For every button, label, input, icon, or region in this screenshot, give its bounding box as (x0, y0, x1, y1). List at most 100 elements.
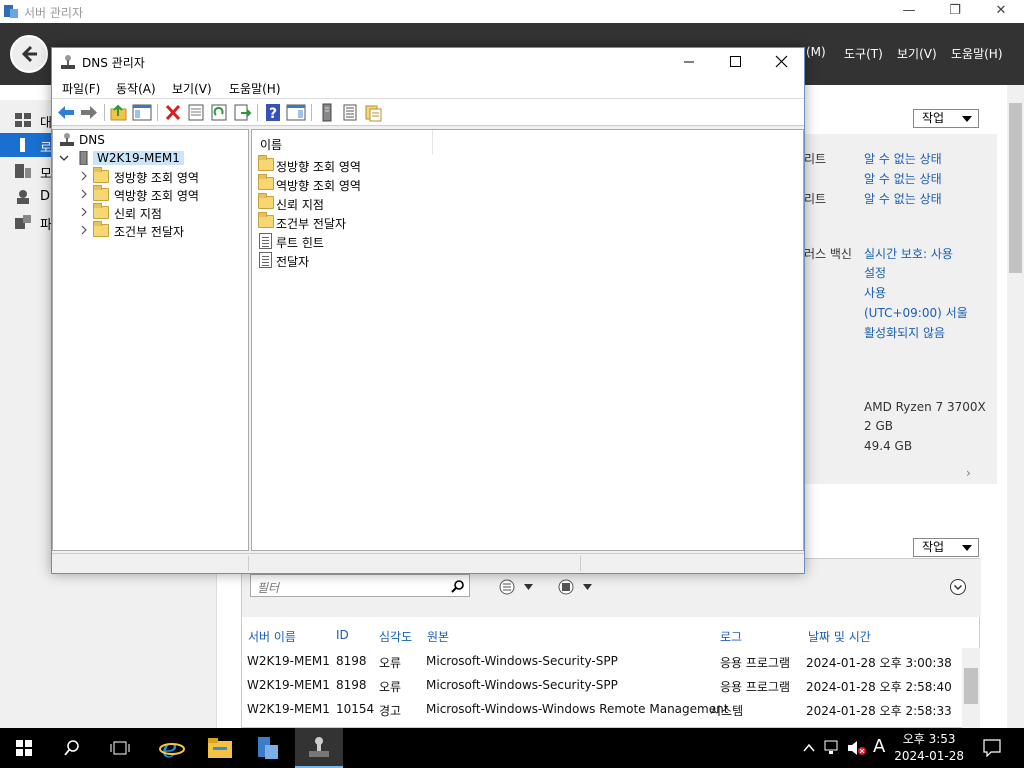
server-icon (75, 150, 91, 166)
scrollbar-thumb[interactable] (1009, 103, 1022, 273)
menu-view[interactable]: 보기(V) (172, 80, 212, 97)
windows-logo-icon (16, 740, 32, 756)
menu-help[interactable]: 도움말(H) (229, 80, 281, 97)
taskbar-file-explorer[interactable] (196, 728, 244, 768)
tree-item-server[interactable]: W2K19-MEM1 (59, 150, 239, 168)
minimize-button[interactable] (666, 48, 712, 75)
forward-arrow-icon[interactable] (79, 103, 99, 122)
chevron-right-icon[interactable] (79, 171, 89, 181)
chevron-right-icon[interactable] (79, 207, 89, 217)
property-value-link[interactable]: 설정 (864, 264, 886, 281)
close-button[interactable] (758, 48, 804, 75)
back-button[interactable] (10, 35, 48, 73)
search-button[interactable] (48, 728, 96, 768)
volume-muted-icon[interactable] (847, 740, 867, 756)
chevron-right-icon[interactable] (79, 189, 89, 199)
export-list-icon[interactable] (232, 103, 252, 122)
tree-item-trust-points[interactable]: 신뢰 지점 (79, 203, 249, 222)
minimize-button[interactable]: — (886, 0, 932, 23)
list-options-icon[interactable] (498, 579, 538, 595)
list-view-icon[interactable] (340, 103, 360, 122)
column-log[interactable]: 로그 (720, 628, 742, 645)
menu-file[interactable]: 파일(F) (62, 80, 100, 97)
search-icon (64, 740, 79, 756)
task-view-icon (110, 741, 130, 755)
menu-view[interactable]: 보기(V) (897, 45, 937, 62)
menu-manage[interactable]: (M) (806, 45, 826, 59)
menu-help[interactable]: 도움말(H) (951, 45, 1003, 62)
tree-item-dns-root[interactable]: DNS (59, 132, 239, 150)
dns-titlebar[interactable]: DNS 관리자 (52, 48, 804, 75)
documents-icon[interactable] (363, 103, 383, 122)
taskbar: e A 오후 3:53 2024-01-28 (0, 728, 1024, 768)
column-server-name[interactable]: 서버 이름 (248, 628, 296, 645)
chevron-down-icon[interactable] (59, 153, 69, 163)
processor-value: AMD Ryzen 7 3700X (864, 400, 986, 414)
chevron-down-icon (962, 545, 972, 551)
start-button[interactable] (0, 728, 48, 768)
dns-manager-window: DNS 관리자 파일(F) 동작(A) 보기(V) 도움말(H) ? DNS W… (51, 47, 805, 574)
property-value-link[interactable]: 사용 (864, 284, 886, 301)
notifications-icon[interactable] (983, 739, 1001, 757)
column-date-time[interactable]: 날짜 및 시간 (808, 628, 871, 645)
scroll-right-icon[interactable]: › (966, 466, 971, 480)
property-value-link[interactable]: 알 수 없는 상태 (864, 150, 942, 167)
delete-icon[interactable] (163, 103, 183, 122)
clock-time: 오후 3:53 (902, 732, 956, 746)
save-query-icon[interactable] (557, 579, 597, 595)
server-icon[interactable] (317, 103, 337, 122)
column-source[interactable]: 원본 (427, 628, 449, 645)
task-view-button[interactable] (96, 728, 144, 768)
refresh-icon[interactable] (209, 103, 229, 122)
maximize-button[interactable]: ❐ (932, 0, 978, 23)
events-tasks-button[interactable]: 작업 (913, 538, 979, 557)
close-button[interactable]: ✕ (978, 0, 1024, 23)
folder-icon (93, 221, 109, 237)
scrollbar-thumb[interactable] (964, 668, 978, 704)
events-scrollbar[interactable] (962, 648, 980, 728)
back-arrow-icon[interactable] (56, 103, 76, 122)
servers-icon (15, 164, 31, 178)
maximize-button[interactable] (712, 48, 758, 75)
menu-tools[interactable]: 도구(T) (844, 45, 883, 62)
filter-input[interactable]: 필터 (250, 574, 470, 597)
taskbar-dns-manager[interactable] (295, 728, 343, 768)
dns-manager-icon (61, 55, 75, 69)
tree-item-reverse-lookup-zones[interactable]: 역방향 조회 영역 (79, 185, 249, 204)
chevron-up-icon[interactable] (802, 741, 816, 755)
menu-action[interactable]: 동작(A) (116, 80, 156, 97)
up-folder-icon[interactable] (109, 103, 129, 122)
property-value-link[interactable]: 활성화되지 않음 (864, 324, 945, 341)
tree-item-forward-lookup-zones[interactable]: 정방향 조회 영역 (79, 167, 249, 186)
ime-indicator[interactable]: A (873, 736, 885, 757)
expand-icon[interactable] (949, 578, 967, 596)
search-icon (451, 580, 464, 593)
svg-text:e: e (162, 735, 177, 761)
property-value-link[interactable]: 알 수 없는 상태 (864, 170, 942, 187)
property-value-link[interactable]: 실시간 보호: 사용 (864, 245, 953, 262)
memory-value: 2 GB (864, 419, 893, 433)
dns-manager-icon (309, 737, 329, 757)
properties-tasks-button[interactable]: 작업 (913, 109, 979, 128)
properties-icon[interactable] (186, 103, 206, 122)
main-scrollbar[interactable] (1007, 85, 1024, 728)
folder-icon (258, 155, 274, 173)
chevron-right-icon[interactable] (79, 225, 89, 235)
dns-icon (15, 190, 31, 204)
column-severity[interactable]: 심각도 (379, 628, 412, 645)
taskbar-internet-explorer[interactable]: e (148, 728, 196, 768)
document-icon (259, 252, 275, 268)
folder-icon (258, 193, 274, 211)
taskbar-server-manager[interactable] (244, 728, 292, 768)
column-id[interactable]: ID (336, 628, 349, 642)
property-value-link[interactable]: (UTC+09:00) 서울 (864, 304, 968, 321)
tree-item-conditional-forwarders[interactable]: 조건부 전달자 (79, 221, 249, 240)
help-icon[interactable]: ? (263, 103, 283, 122)
show-action-pane-icon[interactable] (286, 103, 306, 122)
network-icon[interactable] (824, 740, 842, 756)
column-name[interactable]: 이름 (252, 130, 433, 154)
clock[interactable]: 오후 3:53 2024-01-28 (894, 731, 964, 765)
property-value-link[interactable]: 알 수 없는 상태 (864, 190, 942, 207)
show-hide-console-tree-icon[interactable] (132, 103, 152, 122)
folder-icon (258, 212, 274, 230)
